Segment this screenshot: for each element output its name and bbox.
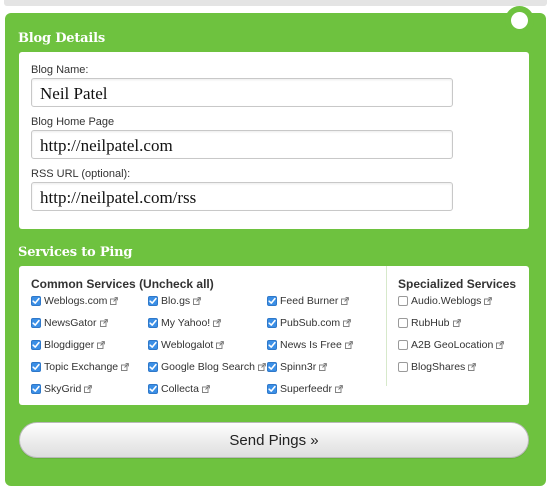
blog-details-box: Blog Name: Blog Home Page RSS URL (optio… — [19, 52, 529, 229]
service-checkbox[interactable] — [31, 318, 41, 328]
service-label: Blo.gs — [161, 295, 191, 307]
external-link-icon[interactable] — [210, 319, 222, 327]
service-checkbox[interactable] — [398, 362, 408, 372]
service-checkbox[interactable] — [398, 340, 408, 350]
service-label: My Yahoo! — [161, 317, 211, 329]
external-link-icon[interactable] — [340, 319, 351, 327]
blog-name-label: Blog Name: — [31, 64, 89, 76]
external-link-icon[interactable] — [338, 297, 350, 305]
column-divider — [386, 266, 387, 386]
service-label: Google Blog Search — [161, 361, 255, 373]
service-item[interactable]: Blogdigger — [31, 339, 106, 351]
service-item[interactable]: A2B GeoLocation — [398, 339, 505, 351]
external-link-icon[interactable] — [316, 363, 328, 371]
service-item[interactable]: News Is Free — [267, 339, 353, 351]
top-strip — [4, 0, 547, 6]
service-item[interactable]: Google Blog Search — [148, 361, 266, 373]
blog-home-page-input[interactable] — [31, 130, 453, 159]
external-link-icon[interactable] — [81, 385, 93, 393]
service-item[interactable]: Superfeedr — [267, 383, 343, 395]
service-checkbox[interactable] — [148, 340, 158, 350]
service-label: Audio.Weblogs — [411, 295, 482, 307]
service-checkbox[interactable] — [31, 296, 41, 306]
service-checkbox[interactable] — [148, 384, 158, 394]
service-item[interactable]: SkyGrid — [31, 383, 93, 395]
blog-name-input[interactable] — [31, 78, 453, 107]
external-link-icon[interactable] — [94, 341, 106, 349]
service-item[interactable]: Audio.Weblogs — [398, 295, 493, 307]
service-item[interactable]: Feed Burner — [267, 295, 350, 307]
external-link-icon[interactable] — [465, 363, 477, 371]
external-link-icon[interactable] — [255, 363, 266, 371]
uncheck-all-link[interactable]: (Uncheck all) — [139, 277, 214, 291]
external-link-icon[interactable] — [107, 297, 119, 305]
service-checkbox[interactable] — [148, 318, 158, 328]
service-checkbox[interactable] — [267, 362, 277, 372]
service-label: Weblogalot — [161, 339, 214, 351]
service-checkbox[interactable] — [148, 296, 158, 306]
service-label: A2B GeoLocation — [411, 339, 494, 351]
service-label: Superfeedr — [280, 383, 332, 395]
services-box: Common Services (Uncheck all) Specialize… — [19, 266, 529, 405]
service-item[interactable]: Weblogalot — [148, 339, 225, 351]
service-label: Blogdigger — [44, 339, 95, 351]
service-item[interactable]: My Yahoo! — [148, 317, 222, 329]
service-item[interactable]: PubSub.com — [267, 317, 351, 329]
service-item[interactable]: NewsGator — [31, 317, 108, 329]
blog-details-title: Blog Details — [18, 31, 105, 46]
service-item[interactable]: BlogShares — [398, 361, 477, 373]
service-item[interactable]: Collecta — [148, 383, 210, 395]
service-checkbox[interactable] — [398, 318, 408, 328]
external-link-icon[interactable] — [450, 319, 461, 327]
external-link-icon[interactable] — [493, 341, 505, 349]
service-label: PubSub.com — [280, 317, 341, 329]
service-label: News Is Free — [280, 339, 342, 351]
service-label: Topic Exchange — [44, 361, 119, 373]
service-item[interactable]: RubHub — [398, 317, 461, 329]
rss-url-label: RSS URL (optional): — [31, 168, 131, 180]
service-checkbox[interactable] — [31, 384, 41, 394]
service-label: Feed Burner — [280, 295, 339, 307]
service-checkbox[interactable] — [267, 318, 277, 328]
external-link-icon[interactable] — [199, 385, 210, 393]
service-checkbox[interactable] — [148, 362, 158, 372]
ping-panel: Blog Details Blog Name: Blog Home Page R… — [5, 6, 546, 486]
common-services-label: Common Services — [31, 277, 136, 291]
rss-url-input[interactable] — [31, 182, 453, 211]
common-services-heading: Common Services (Uncheck all) — [31, 277, 214, 291]
service-label: SkyGrid — [44, 383, 82, 395]
specialized-services-heading: Specialized Services — [398, 277, 517, 291]
service-label: Weblogs.com — [44, 295, 108, 307]
external-link-icon[interactable] — [481, 297, 493, 305]
external-link-icon[interactable] — [213, 341, 225, 349]
external-link-icon[interactable] — [332, 385, 343, 393]
service-item[interactable]: Weblogs.com — [31, 295, 119, 307]
send-pings-button[interactable]: Send Pings » — [19, 422, 529, 458]
service-checkbox[interactable] — [267, 340, 277, 350]
service-item[interactable]: Blo.gs — [148, 295, 202, 307]
service-checkbox[interactable] — [267, 296, 277, 306]
services-to-ping-title: Services to Ping — [18, 245, 133, 260]
service-label: BlogShares — [411, 361, 466, 373]
service-label: Collecta — [161, 383, 199, 395]
external-link-icon[interactable] — [190, 297, 202, 305]
service-checkbox[interactable] — [31, 340, 41, 350]
external-link-icon[interactable] — [118, 363, 129, 371]
service-checkbox[interactable] — [267, 384, 277, 394]
service-item[interactable]: Spinn3r — [267, 361, 328, 373]
service-checkbox[interactable] — [31, 362, 41, 372]
service-item[interactable]: Topic Exchange — [31, 361, 129, 373]
service-label: RubHub — [411, 317, 450, 329]
external-link-icon[interactable] — [97, 319, 108, 327]
ring-decoration-icon — [505, 6, 534, 35]
service-label: NewsGator — [44, 317, 97, 329]
service-checkbox[interactable] — [398, 296, 408, 306]
external-link-icon[interactable] — [342, 341, 353, 349]
blog-home-page-label: Blog Home Page — [31, 116, 115, 128]
service-label: Spinn3r — [280, 361, 317, 373]
